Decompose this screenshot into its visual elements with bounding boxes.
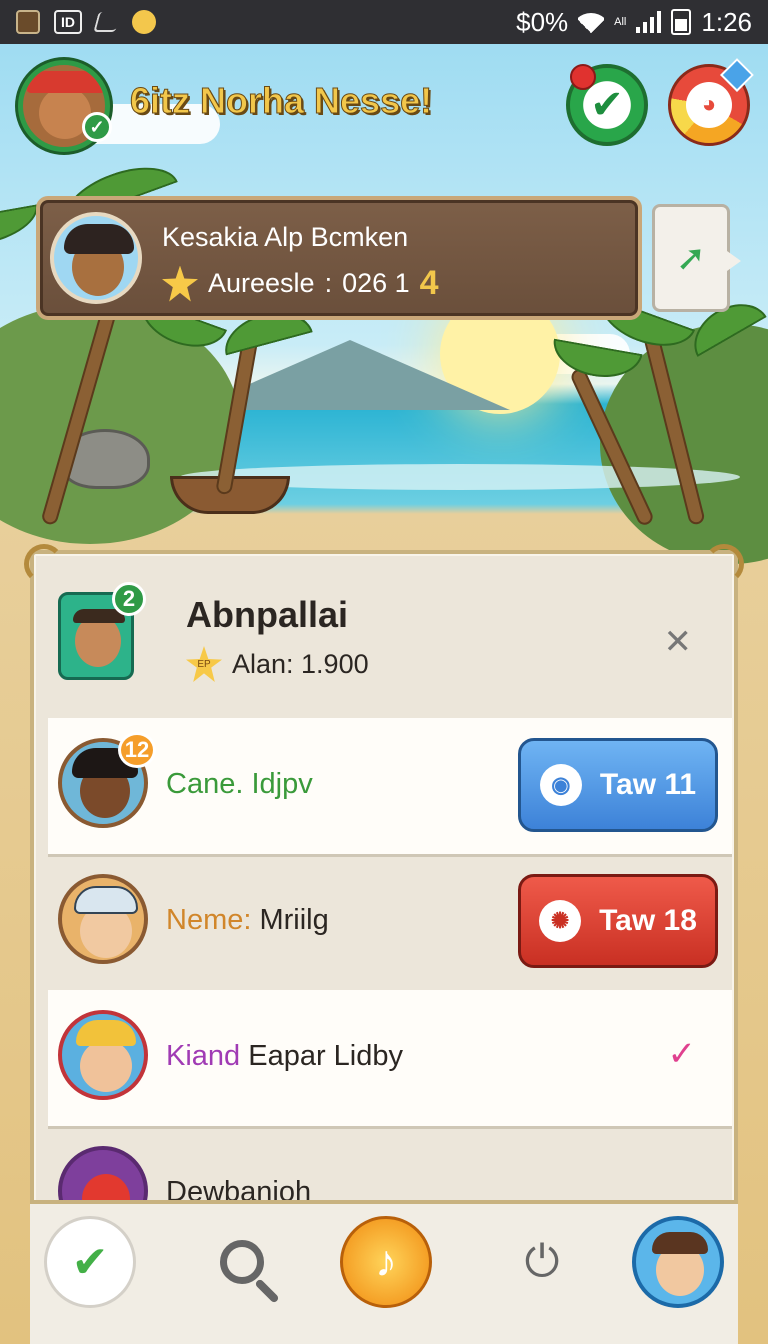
battery-icon [671, 9, 692, 35]
verified-check-icon: ✓ [82, 112, 112, 142]
tap-button-label: Taw 11 [599, 768, 697, 801]
corner-ornament [704, 544, 744, 584]
battery-percent: $0% [516, 6, 569, 37]
row-label-a: Kiand [166, 1040, 241, 1072]
avatar-hair [64, 224, 134, 254]
signal-icon [636, 11, 662, 33]
checkmark-icon[interactable]: ✓ [668, 1034, 697, 1074]
profile-banner[interactable]: Kesakia Alp Bcmken Aureesle : 026 1 4 [36, 196, 642, 320]
row-label: Neme: Mriilg [166, 904, 329, 937]
row-avatar [58, 1010, 148, 1100]
row-label-a: Neme: [166, 904, 252, 936]
level-badge: 12 [118, 732, 156, 768]
list-item[interactable]: Kiand Eapar Lidby ✓ [48, 990, 732, 1126]
star-icon [162, 265, 198, 302]
clock: 1:26 [701, 6, 752, 37]
star-icon: EP [186, 646, 222, 682]
id-text: ID [61, 14, 75, 30]
star-text: EP [197, 658, 211, 670]
nav-profile-button[interactable] [632, 1216, 724, 1308]
check-icon: ✔ [71, 1237, 109, 1287]
rank-badge: 2 [112, 582, 146, 616]
spinner-icon: ✺ [539, 900, 582, 942]
banner-player-name: Kesakia Alp Bcmken [162, 222, 409, 252]
stat-big-number: 4 [419, 264, 439, 302]
character-ring-button[interactable]: ◕ [668, 58, 754, 146]
nav-music-button[interactable]: ♪ [340, 1216, 432, 1308]
status-bar: ID $0% All 1:26 [0, 0, 768, 44]
id-icon: ID [54, 10, 82, 34]
row-label: Kiand Eapar Lidby [166, 1040, 403, 1073]
avatar-hat [74, 886, 138, 914]
checkmark-icon: ✔ [590, 83, 624, 127]
character-ring-icon: ◕ [686, 82, 732, 128]
row-label-b: Eapar Lidby [248, 1040, 404, 1072]
nav-check-button[interactable]: ✔ [44, 1216, 136, 1308]
music-icon: ♪ [375, 1237, 397, 1286]
wifi-icon [578, 11, 604, 33]
signal-label: All [614, 16, 627, 28]
nav-power-button[interactable]: ⏻ [496, 1216, 588, 1308]
close-icon[interactable]: ✕ [664, 622, 693, 662]
stat-separator: : [324, 268, 333, 298]
no-signal-icon [93, 12, 121, 32]
panel-header: 2 Abnpallai EP Alan: 1.900 ✕ [54, 582, 714, 694]
share-arrow-icon: ➚ [675, 237, 707, 278]
stat-label: Aureesle [208, 268, 315, 298]
score-text: Alan: 1.900 [232, 648, 369, 679]
power-icon: ⏻ [524, 1237, 560, 1286]
nav-search-button[interactable] [196, 1216, 288, 1308]
avatar-hair [652, 1232, 708, 1254]
banner-stats: Aureesle : 026 1 4 [162, 264, 439, 303]
list-item[interactable]: 12 Cane. Idjpv ◉ Taw 11 [48, 718, 732, 854]
corner-ornament [24, 544, 64, 584]
avatar-hat [27, 71, 105, 93]
quests-check-button[interactable]: ✔ [566, 64, 648, 146]
notification-dot-icon [570, 64, 596, 90]
row-avatar [58, 874, 148, 964]
stat-value: 026 1 [342, 268, 410, 298]
bottom-nav: ✔ ♪ ⏻ [30, 1200, 738, 1344]
share-button[interactable]: ➚ [652, 204, 741, 312]
row-label: Cane. Idjpv [166, 768, 313, 801]
list-item[interactable]: Neme: Mriilg ✺ Taw 18 [48, 854, 732, 990]
avatar-hat [76, 1020, 136, 1046]
banner-avatar [50, 212, 142, 304]
selected-player-score: EP Alan: 1.900 [186, 646, 369, 682]
tap-button-label: Taw 18 [599, 904, 697, 937]
avatar-face [80, 1040, 132, 1092]
row-label-a: Cane. Idjpv [166, 768, 313, 800]
page-title: 6itz Norha Nesse! [129, 80, 433, 122]
search-icon [220, 1240, 264, 1284]
tap-button[interactable]: ✺ Taw 18 [518, 874, 718, 968]
row-label-b: Mriilg [259, 904, 329, 936]
tap-button[interactable]: ◉ Taw 11 [518, 738, 718, 832]
selected-player-name: Abnpallai [186, 594, 349, 635]
character-icon [132, 10, 156, 34]
app-icon [16, 10, 40, 34]
creature-icon: ◉ [539, 764, 582, 806]
